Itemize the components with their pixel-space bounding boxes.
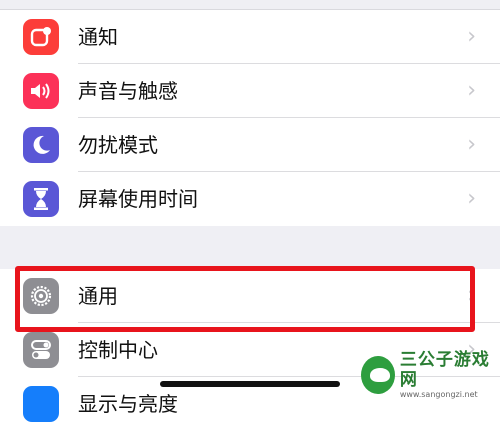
top-separator xyxy=(0,0,500,10)
row-screen-time[interactable]: 屏幕使用时间 › xyxy=(0,172,500,226)
row-sounds-label: 声音与触感 xyxy=(78,79,178,103)
chevron-right-icon: › xyxy=(467,24,476,49)
home-indicator xyxy=(160,381,340,387)
watermark-logo-icon xyxy=(361,356,395,394)
row-dnd-label: 勿扰模式 xyxy=(78,133,158,157)
row-screen-time-label: 屏幕使用时间 xyxy=(78,187,198,211)
watermark-url: www.sangongzi.net xyxy=(399,390,478,399)
highlight-box xyxy=(15,266,475,332)
row-notifications-label: 通知 xyxy=(78,25,118,49)
chevron-right-icon: › xyxy=(467,78,476,103)
hourglass-icon xyxy=(23,181,59,217)
row-sounds-haptics[interactable]: 声音与触感 › xyxy=(0,64,500,118)
chevron-right-icon: › xyxy=(467,186,476,211)
watermark-title: 三公子游戏网 xyxy=(399,350,490,390)
chevron-right-icon: › xyxy=(467,132,476,157)
speaker-icon xyxy=(23,73,59,109)
settings-group-1: 通知 › 声音与触感 › 勿扰模式 › 屏幕使用时间 › xyxy=(0,10,500,226)
display-icon xyxy=(23,386,59,422)
row-notifications[interactable]: 通知 › xyxy=(0,10,500,64)
watermark: 三公子游戏网 www.sangongzi.net xyxy=(361,350,496,399)
toggles-icon xyxy=(23,332,59,368)
notifications-icon xyxy=(23,19,59,55)
row-do-not-disturb[interactable]: 勿扰模式 › xyxy=(0,118,500,172)
moon-icon xyxy=(23,127,59,163)
